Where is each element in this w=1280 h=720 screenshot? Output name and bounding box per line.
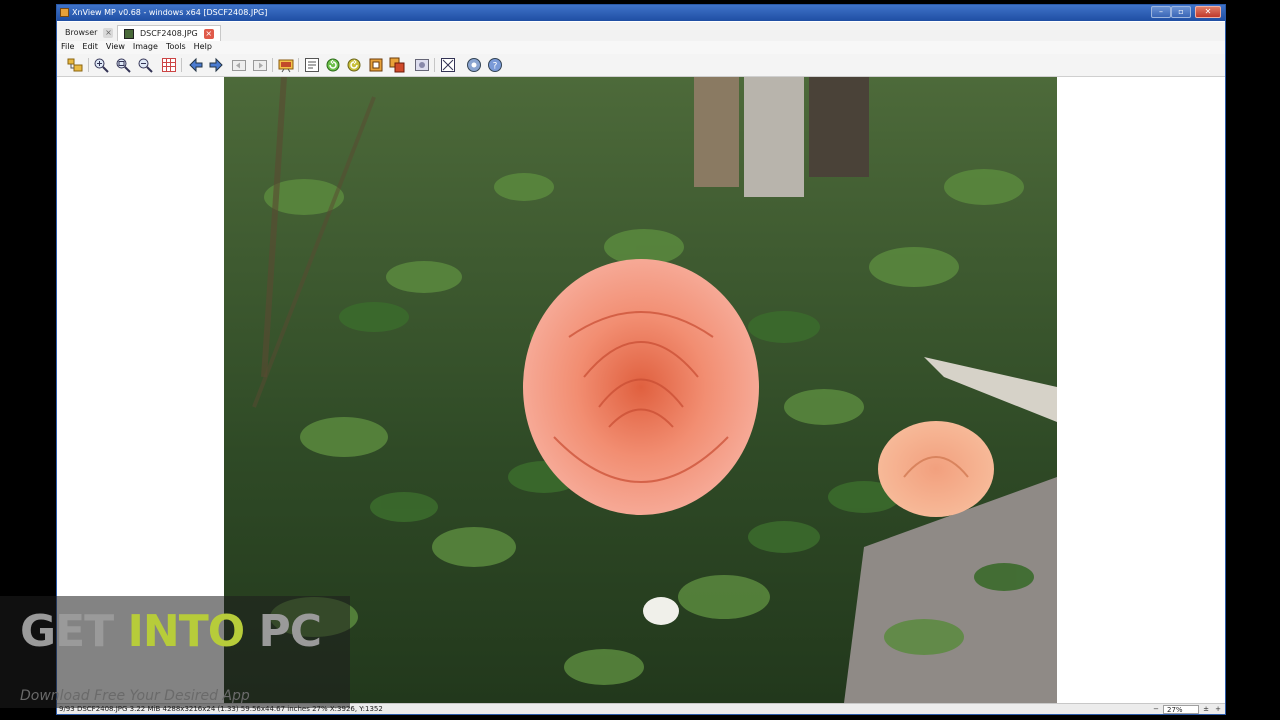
adjust-icon[interactable]	[414, 57, 430, 73]
window-title: XnView MP v0.68 - windows x64 [DSCF2408.…	[72, 8, 268, 17]
tab-close-icon[interactable]: ×	[203, 28, 214, 39]
menu-view[interactable]: View	[102, 41, 129, 54]
slideshow-icon[interactable]	[278, 57, 294, 73]
maximize-button[interactable]: ▫	[1171, 6, 1191, 18]
rotate-right-icon[interactable]	[346, 57, 362, 73]
properties-icon[interactable]	[304, 57, 320, 73]
image-thumbnail-icon	[124, 28, 134, 39]
tab-label: Browser	[65, 28, 98, 37]
settings-icon[interactable]	[466, 57, 482, 73]
menu-help[interactable]: Help	[190, 41, 216, 54]
zoom-out-small-icon[interactable]: −	[1151, 705, 1161, 714]
resize-icon[interactable]	[389, 57, 405, 73]
menu-bar: File Edit View Image Tools Help	[57, 41, 1225, 54]
app-icon	[60, 8, 69, 17]
tab-bar: Browser × DSCF2408.JPG ×	[57, 22, 1225, 42]
last-icon[interactable]	[252, 57, 268, 73]
crop-icon[interactable]	[368, 57, 384, 73]
tab-image[interactable]: DSCF2408.JPG ×	[117, 25, 221, 41]
right-panel	[1057, 77, 1225, 703]
zoom-fit-icon[interactable]	[115, 57, 131, 73]
grid-icon[interactable]	[161, 57, 177, 73]
previous-icon[interactable]	[188, 57, 204, 73]
watermark-subtitle: Download Free Your Desired App	[20, 688, 250, 704]
fullscreen-icon[interactable]	[440, 57, 456, 73]
title-bar[interactable]: XnView MP v0.68 - windows x64 [DSCF2408.…	[57, 5, 1225, 21]
watermark-logo: GET INTO PC	[20, 606, 322, 657]
next-icon[interactable]	[208, 57, 224, 73]
zoom-in-small-icon[interactable]: +	[1213, 705, 1223, 714]
menu-image[interactable]: Image	[129, 41, 162, 54]
tab-label: DSCF2408.JPG	[140, 29, 198, 38]
tab-close-icon[interactable]: ×	[103, 27, 114, 38]
close-button[interactable]: ✕	[1195, 6, 1221, 18]
minimize-button[interactable]: –	[1151, 6, 1171, 18]
watermark-overlay: GET INTO PC Download Free Your Desired A…	[0, 596, 350, 708]
rotate-left-icon[interactable]	[325, 57, 341, 73]
menu-tools[interactable]: Tools	[162, 41, 190, 54]
browser-icon[interactable]	[67, 57, 83, 73]
first-icon[interactable]	[231, 57, 247, 73]
svg-text:?: ?	[493, 62, 498, 72]
zoom-out-icon[interactable]	[137, 57, 153, 73]
menu-edit[interactable]: Edit	[78, 41, 102, 54]
toolbar: ?	[57, 54, 1225, 77]
zoom-stepper-icon[interactable]: ±	[1201, 705, 1211, 714]
help-icon[interactable]: ?	[487, 57, 503, 73]
zoom-in-icon[interactable]	[93, 57, 109, 73]
zoom-level-field[interactable]: 27%	[1163, 705, 1199, 714]
menu-file[interactable]: File	[57, 41, 78, 54]
tab-browser[interactable]: Browser ×	[59, 25, 119, 40]
